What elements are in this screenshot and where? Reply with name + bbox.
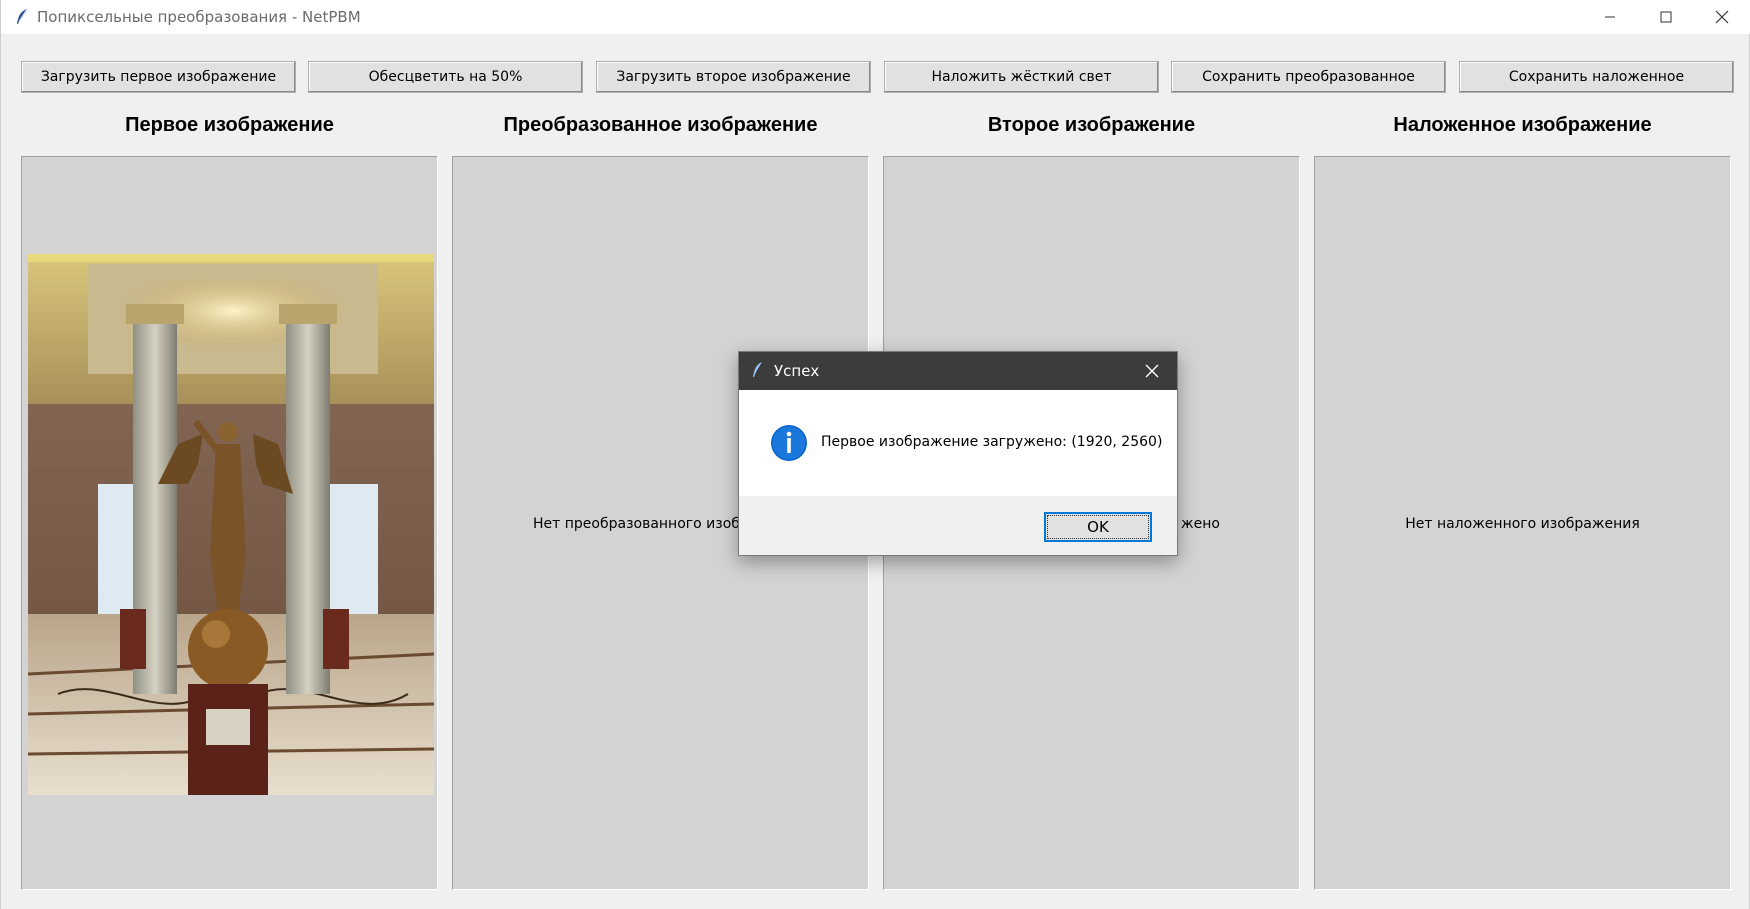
ok-button[interactable]: OK <box>1044 512 1152 542</box>
first-image-photo <box>28 254 434 795</box>
desaturate-button[interactable]: Обесцветить на 50% <box>308 61 583 93</box>
first-image-title: Первое изображение <box>125 114 334 136</box>
success-dialog: Успех Первое изображение загружено: (192… <box>738 351 1178 556</box>
overlay-placeholder: Нет наложенного изображения <box>1405 516 1640 532</box>
second-placeholder: жено <box>1181 516 1220 532</box>
transformed-placeholder: Нет преобразованного изобр <box>533 516 749 532</box>
second-image-title: Второе изображение <box>987 114 1196 136</box>
overlay-image-title: Наложенное изображение <box>1393 114 1652 136</box>
dialog-title-bar: Успех <box>739 352 1177 390</box>
save-transformed-button[interactable]: Сохранить преобразованное <box>1171 61 1446 93</box>
load-first-image-button[interactable]: Загрузить первое изображение <box>21 61 296 93</box>
overlay-image-panel: Нет наложенного изображения <box>1314 156 1731 890</box>
transformed-image-title: Преобразованное изображение <box>503 114 818 136</box>
feather-icon <box>15 8 29 26</box>
dialog-body: Первое изображение загружено: (1920, 256… <box>739 390 1177 496</box>
first-image-panel <box>21 156 438 890</box>
dialog-title: Успех <box>774 362 820 380</box>
load-second-image-button[interactable]: Загрузить второе изображение <box>596 61 871 93</box>
minimize-button[interactable] <box>1582 0 1638 34</box>
feather-icon <box>752 361 764 379</box>
window-title: Попиксельные преобразования - NetPBM <box>37 8 361 26</box>
maximize-button[interactable] <box>1638 0 1694 34</box>
save-overlay-button[interactable]: Сохранить наложенное <box>1459 61 1734 93</box>
hard-light-button[interactable]: Наложить жёсткий свет <box>884 61 1159 93</box>
title-bar: Попиксельные преобразования - NetPBM <box>1 0 1750 34</box>
info-icon <box>770 424 808 462</box>
dialog-close-button[interactable] <box>1139 359 1165 383</box>
close-button[interactable] <box>1694 0 1750 34</box>
main-window: Попиксельные преобразования - NetPBM Заг… <box>0 0 1750 909</box>
dialog-message: Первое изображение загружено: (1920, 256… <box>821 434 1163 450</box>
